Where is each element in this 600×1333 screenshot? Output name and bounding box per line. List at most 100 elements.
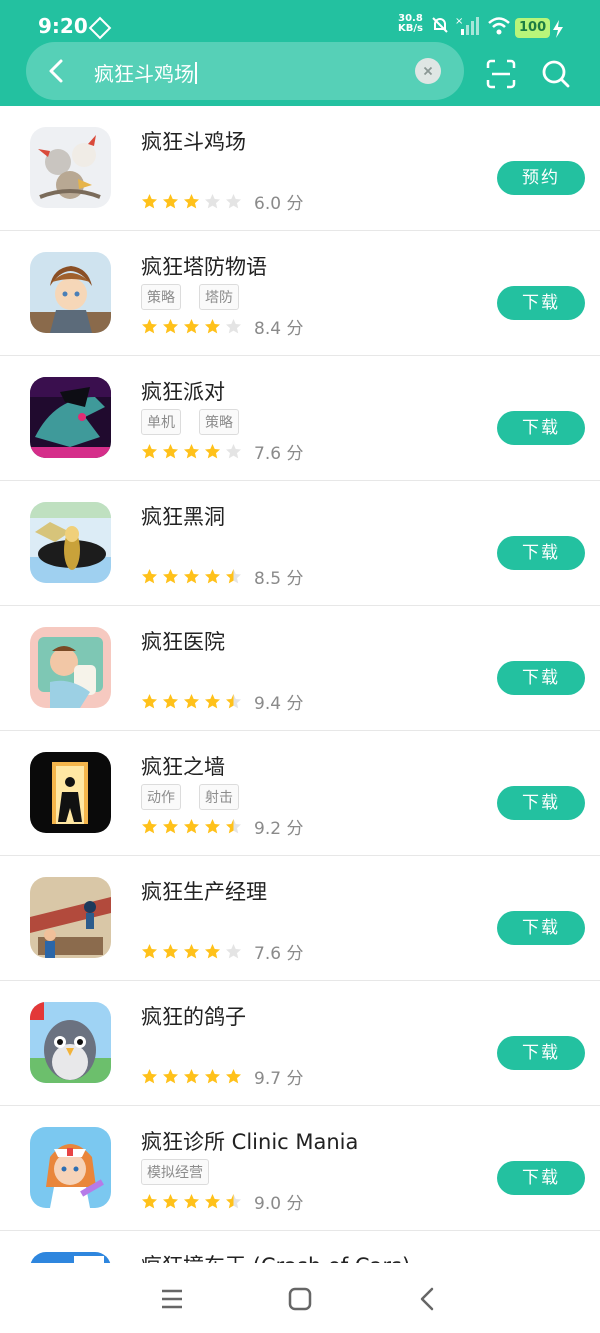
network-speed-unit: KB/s xyxy=(398,23,423,34)
download-button[interactable]: 下载 xyxy=(497,911,585,945)
star-filled-icon xyxy=(163,1194,178,1209)
star-filled-icon xyxy=(142,819,157,834)
close-icon xyxy=(423,66,433,76)
rating-row: 9.2 分 xyxy=(141,814,303,839)
scan-icon[interactable] xyxy=(486,59,516,89)
baby-hospital-icon[interactable] xyxy=(30,627,111,708)
app-title[interactable]: 疯狂医院 xyxy=(141,626,225,656)
wifi-icon xyxy=(488,17,510,35)
app-title[interactable]: 疯狂黑洞 xyxy=(141,501,225,531)
black-hole-icon[interactable] xyxy=(30,502,111,583)
download-button[interactable]: 下载 xyxy=(497,786,585,820)
app-title[interactable]: 疯狂之墙 xyxy=(141,751,225,781)
download-button[interactable]: 下载 xyxy=(497,1036,585,1070)
app-title[interactable]: 疯狂诊所 Clinic Mania xyxy=(141,1126,358,1156)
app-list-item[interactable]: 疯狂派对 单机 策略 7.6 分 下载 xyxy=(0,356,600,481)
app-score: 6.0 分 xyxy=(254,194,304,214)
rating-row: 7.6 分 xyxy=(141,939,303,964)
star-filled-icon xyxy=(184,1194,199,1209)
star-rating xyxy=(141,1068,242,1085)
app-score: 9.4 分 xyxy=(254,694,304,714)
star-filled-icon xyxy=(205,319,220,334)
app-score: 7.6 分 xyxy=(254,944,304,964)
download-button[interactable]: 下载 xyxy=(497,536,585,570)
menu-icon[interactable] xyxy=(158,1285,186,1313)
app-tag: 动作 xyxy=(141,784,181,810)
app-tags: 模拟经营 xyxy=(141,1159,209,1185)
search-bar[interactable]: 疯狂斗鸡场 xyxy=(26,42,464,100)
star-filled-icon xyxy=(184,194,199,209)
star-empty-icon xyxy=(205,194,220,209)
status-bar: 9:20 30.8 KB/s × 100 xyxy=(0,0,600,40)
star-filled-icon xyxy=(163,944,178,959)
clear-search-button[interactable] xyxy=(415,58,441,84)
star-rating xyxy=(141,693,242,710)
download-button[interactable]: 下载 xyxy=(497,661,585,695)
rating-row: 9.4 分 xyxy=(141,689,303,714)
star-empty-icon xyxy=(226,944,241,959)
star-filled-icon xyxy=(163,694,178,709)
app-notification-icon xyxy=(88,16,112,40)
app-list-item[interactable]: 疯狂之墙动作 射击 9.2 分 下载 xyxy=(0,731,600,856)
app-header: 9:20 30.8 KB/s × 100 疯狂斗鸡场 xyxy=(0,0,600,106)
app-tag: 塔防 xyxy=(199,284,239,310)
download-button[interactable]: 下载 xyxy=(497,286,585,320)
charging-icon xyxy=(553,20,563,38)
reserve-button[interactable]: 预约 xyxy=(497,161,585,195)
app-list-item[interactable]: 疯狂斗鸡场 6.0 分 预约 xyxy=(0,106,600,231)
app-tags: 动作 射击 xyxy=(141,784,239,810)
svg-text:×: × xyxy=(455,16,463,27)
app-tag: 模拟经营 xyxy=(141,1159,209,1185)
app-title[interactable]: 疯狂塔防物语 xyxy=(141,251,267,281)
search-icon[interactable] xyxy=(541,59,571,89)
neon-face-icon[interactable] xyxy=(30,377,111,458)
star-rating xyxy=(141,943,242,960)
star-filled-icon xyxy=(184,569,199,584)
star-rating xyxy=(141,1193,242,1210)
battery-level: 100 xyxy=(515,18,551,38)
star-filled-icon xyxy=(205,569,220,584)
home-icon[interactable] xyxy=(286,1285,314,1313)
search-input[interactable]: 疯狂斗鸡场 xyxy=(94,58,197,87)
app-list-item[interactable]: 疯狂的鸽子 9.7 分 下载 xyxy=(0,981,600,1106)
star-filled-icon xyxy=(184,694,199,709)
star-filled-icon xyxy=(184,819,199,834)
factory-line-icon[interactable] xyxy=(30,877,111,958)
star-filled-icon xyxy=(205,819,220,834)
app-list-item[interactable]: 疯狂黑洞 8.5 分 下载 xyxy=(0,481,600,606)
app-list-item[interactable]: 疯狂塔防物语 策略 塔防 8.4 分 下载 xyxy=(0,231,600,356)
download-button[interactable]: 下载 xyxy=(497,411,585,445)
star-filled-icon xyxy=(163,1069,178,1084)
nav-back-icon[interactable] xyxy=(414,1285,442,1313)
star-filled-icon xyxy=(205,1194,220,1209)
app-title[interactable]: 疯狂斗鸡场 xyxy=(141,126,246,156)
star-filled-icon xyxy=(142,944,157,959)
app-score: 8.5 分 xyxy=(254,569,304,589)
status-time: 9:20 xyxy=(38,14,88,38)
pigeon-icon[interactable] xyxy=(30,1002,111,1083)
app-score: 9.0 分 xyxy=(254,1194,304,1214)
star-filled-icon xyxy=(184,944,199,959)
star-filled-icon xyxy=(142,319,157,334)
app-list-item[interactable]: 疯狂生产经理 7.6 分 下载 xyxy=(0,856,600,981)
app-tag: 单机 xyxy=(141,409,181,435)
star-half-icon xyxy=(226,1194,241,1209)
app-score: 9.7 分 xyxy=(254,1069,304,1089)
app-list-item[interactable]: 疯狂诊所 Clinic Mania 模拟经营 9.0 分 下载 xyxy=(0,1106,600,1231)
app-tags: 策略 塔防 xyxy=(141,284,239,310)
mute-bell-icon xyxy=(432,17,448,33)
download-button[interactable]: 下载 xyxy=(497,1161,585,1195)
rooster-fight-icon[interactable] xyxy=(30,127,111,208)
app-tag: 射击 xyxy=(199,784,239,810)
star-filled-icon xyxy=(184,319,199,334)
app-title[interactable]: 疯狂的鸽子 xyxy=(141,1001,246,1031)
nurse-icon[interactable] xyxy=(30,1127,111,1208)
system-nav-bar xyxy=(0,1263,600,1333)
back-arrow-icon[interactable] xyxy=(40,54,74,88)
doorway-silhouette-icon[interactable] xyxy=(30,752,111,833)
app-title[interactable]: 疯狂生产经理 xyxy=(141,876,267,906)
anime-hero-icon[interactable] xyxy=(30,252,111,333)
app-title[interactable]: 疯狂派对 xyxy=(141,376,225,406)
star-filled-icon xyxy=(163,444,178,459)
app-list-item[interactable]: 疯狂医院 9.4 分 下载 xyxy=(0,606,600,731)
